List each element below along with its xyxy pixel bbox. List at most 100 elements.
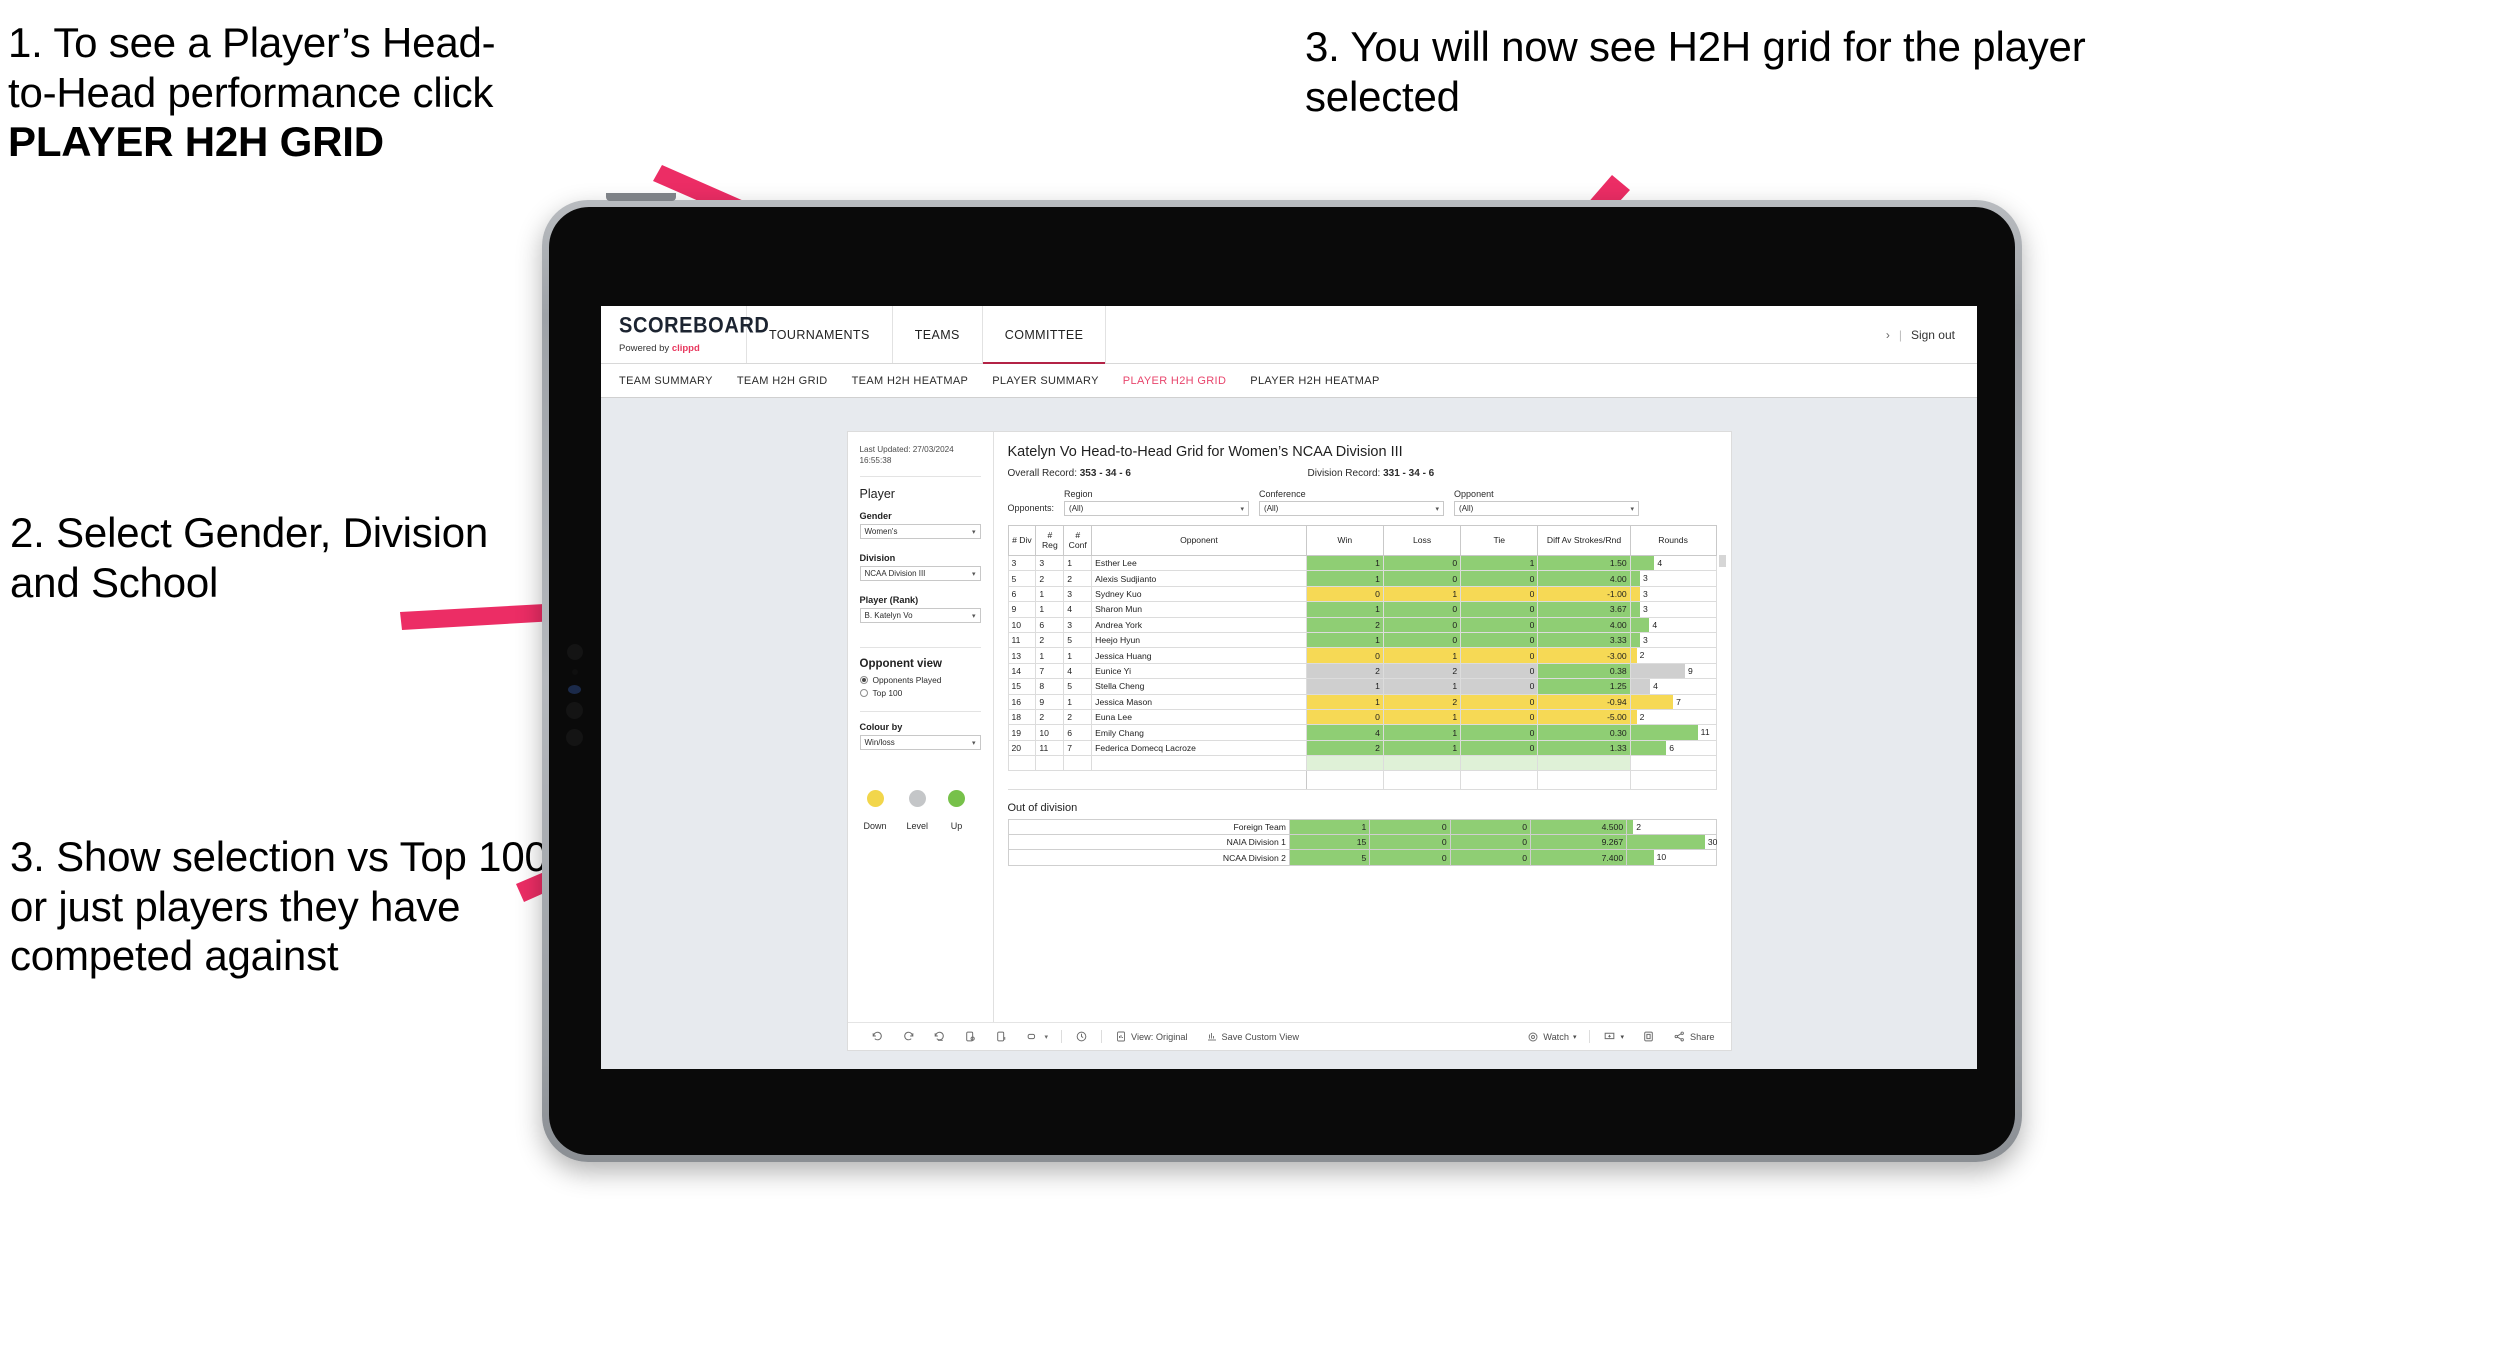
cell-div: 16 xyxy=(1007,694,1037,711)
view-original-button[interactable]: View: Original xyxy=(1106,1030,1197,1043)
radio-top-100[interactable]: Top 100 xyxy=(859,688,981,698)
cell-div: 13 xyxy=(1007,647,1037,664)
colour-by-select[interactable]: Win/loss ▾ xyxy=(859,735,981,751)
cell-opponent: Federica Domecq Lacroze xyxy=(1091,740,1307,757)
player-rank-label: Player (Rank) xyxy=(859,595,919,606)
subnav-team-h2h-grid[interactable]: TEAM H2H GRID xyxy=(737,375,844,387)
revert-button[interactable] xyxy=(924,1030,955,1043)
subnav-player-h2h-heatmap[interactable]: PLAYER H2H HEATMAP xyxy=(1250,375,1395,387)
cell-group-name: Foreign Team xyxy=(1007,818,1290,836)
topnav-committee[interactable]: COMMITTEE xyxy=(982,306,1107,364)
table-row[interactable]: 6 1 3 Sydney Kuo 0 1 0 -1.00 3 xyxy=(1007,586,1717,603)
radio-off-icon xyxy=(859,689,868,698)
header-spacer xyxy=(1106,306,1885,363)
cell-loss: 0 xyxy=(1382,570,1462,587)
table-row[interactable]: 16 9 1 Jessica Mason 1 2 0 -0.94 7 xyxy=(1007,694,1717,711)
out-of-division-row[interactable]: NCAA Division 2 5 0 0 7.400 10 xyxy=(1007,849,1717,866)
logo-wordmark: SCOREBOARD xyxy=(619,313,770,338)
toolbar-divider-2 xyxy=(1101,1030,1103,1043)
legend-dot-up-icon xyxy=(948,790,966,808)
cell-rounds: 9 xyxy=(1629,663,1717,680)
col-tie[interactable]: Tie xyxy=(1460,525,1539,556)
filter-region-label: Region xyxy=(1064,489,1093,499)
legend-label-up: Up xyxy=(950,821,963,832)
subnav-player-summary[interactable]: PLAYER SUMMARY xyxy=(992,375,1115,387)
col-conf[interactable]: # Conf xyxy=(1063,525,1093,556)
redo-button[interactable] xyxy=(893,1030,924,1043)
col-rounds[interactable]: Rounds xyxy=(1629,525,1717,556)
cell-opponent: Euna Lee xyxy=(1091,709,1307,726)
refresh-button[interactable] xyxy=(955,1030,986,1043)
h2h-table-body: 3 3 1 Esther Lee 1 0 1 1.50 4 5 2 2 Alexis Sudjianto… xyxy=(1007,555,1717,790)
cell-tie: 1 xyxy=(1460,555,1539,572)
cell-tie: 0 xyxy=(1449,849,1532,866)
table-row[interactable]: 18 2 2 Euna Lee 0 1 0 -5.00 2 xyxy=(1007,709,1717,726)
download-button[interactable]: ▾ xyxy=(1594,1030,1633,1043)
watch-label: Watch xyxy=(1543,1031,1569,1042)
share-button[interactable]: Share xyxy=(1664,1030,1731,1043)
app-logo[interactable]: SCOREBOARD Powered by clippd xyxy=(601,306,770,363)
cell-win: 1 xyxy=(1305,694,1384,711)
table-row[interactable]: 20 11 7 Federica Domecq Lacroze 2 1 0 1.33 6 xyxy=(1007,740,1717,757)
table-row[interactable]: 9 1 4 Sharon Mun 1 0 0 3.67 3 xyxy=(1007,601,1717,618)
col-div[interactable]: # Div xyxy=(1007,525,1037,556)
subnav-team-summary[interactable]: TEAM SUMMARY xyxy=(619,375,729,387)
subnav-player-h2h-grid[interactable]: PLAYER H2H GRID xyxy=(1123,375,1242,387)
col-reg[interactable]: # Reg xyxy=(1035,525,1065,556)
cell-loss: 1 xyxy=(1382,709,1462,726)
table-row[interactable]: 10 6 3 Andrea York 2 0 0 4.00 4 xyxy=(1007,617,1717,634)
table-row[interactable]: 3 3 1 Esther Lee 1 0 1 1.50 4 xyxy=(1007,555,1717,572)
undo-button[interactable] xyxy=(862,1030,893,1043)
col-loss[interactable]: Loss xyxy=(1382,525,1462,556)
cell-conf: 1 xyxy=(1063,555,1093,572)
cell-reg: 1 xyxy=(1035,586,1065,603)
pause-refresh-button[interactable] xyxy=(1066,1030,1097,1043)
table-row[interactable]: 11 2 5 Heejo Hyun 1 0 0 3.33 3 xyxy=(1007,632,1717,649)
table-row[interactable]: 13 1 1 Jessica Huang 0 1 0 -3.00 2 xyxy=(1007,647,1717,664)
chevron-right-icon[interactable]: › xyxy=(1886,328,1890,342)
save-custom-view-button[interactable]: Save Custom View xyxy=(1197,1030,1308,1043)
division-record-value: 331 - 34 - 6 xyxy=(1383,468,1435,479)
gender-select[interactable]: Women's ▾ xyxy=(859,524,981,540)
table-row-partial xyxy=(1007,755,1717,771)
division-select[interactable]: NCAA Division III ▾ xyxy=(859,566,981,582)
cell-div: 19 xyxy=(1007,724,1037,741)
table-row[interactable]: 19 10 6 Emily Chang 4 1 0 0.30 11 xyxy=(1007,724,1717,741)
topnav-tournaments[interactable]: TOURNAMENTS xyxy=(747,306,893,363)
table-row[interactable]: 5 2 2 Alexis Sudjianto 1 0 0 4.00 3 xyxy=(1007,570,1717,587)
cell-rounds: 10 xyxy=(1626,849,1717,866)
cell-tie: 0 xyxy=(1460,663,1539,680)
filter-conference-select[interactable]: (All) ▾ xyxy=(1259,501,1445,516)
col-opponent[interactable]: Opponent xyxy=(1091,525,1307,556)
annotation-4: 3. You will now see H2H grid for the pla… xyxy=(1305,23,2086,120)
fullscreen-button[interactable] xyxy=(1633,1030,1664,1043)
table-scrollbar[interactable] xyxy=(1718,555,1726,567)
filter-region-select[interactable]: (All) ▾ xyxy=(1064,501,1250,516)
subnav-team-h2h-heatmap[interactable]: TEAM H2H HEATMAP xyxy=(852,375,985,387)
device-preview-button[interactable]: ▾ xyxy=(1017,1030,1058,1043)
out-of-division-row[interactable]: Foreign Team 1 0 0 4.500 2 xyxy=(1007,818,1717,836)
legend-item-up: Up xyxy=(948,790,966,832)
cell-tie: 0 xyxy=(1460,678,1539,695)
topnav-teams[interactable]: TEAMS xyxy=(893,306,983,363)
dashboard-canvas: Last Updated: 27/03/2024 16:55:38 Player… xyxy=(601,398,1977,1069)
col-diff[interactable]: Diff Av Strokes/Rnd xyxy=(1537,525,1631,556)
header-account-area: › | Sign out xyxy=(1886,306,1977,363)
table-row[interactable]: 15 8 5 Stella Cheng 1 1 0 1.25 4 xyxy=(1007,678,1717,695)
cell-div: 15 xyxy=(1007,678,1037,695)
table-row[interactable]: 14 7 4 Eunice Yi 2 2 0 0.38 9 xyxy=(1007,663,1717,680)
cell-win: 1 xyxy=(1305,632,1384,649)
player-rank-select[interactable]: B. Katelyn Vo ▾ xyxy=(859,608,981,624)
annotation-1-bold: PLAYER H2H GRID xyxy=(8,118,384,166)
cell-diff: 4.500 xyxy=(1530,818,1628,836)
cell-loss: 1 xyxy=(1382,586,1462,603)
opponent-filters: Opponents: Region (All) ▾ Conference (Al… xyxy=(1008,489,1717,516)
filter-opponent-select[interactable]: (All) ▾ xyxy=(1454,501,1640,516)
watch-button[interactable]: Watch ▾ xyxy=(1518,1031,1585,1043)
sign-out-link[interactable]: Sign out xyxy=(1911,328,1955,342)
cell-reg: 11 xyxy=(1035,740,1065,757)
out-of-division-row[interactable]: NAIA Division 1 15 0 0 9.267 30 xyxy=(1007,834,1717,851)
col-win[interactable]: Win xyxy=(1305,525,1384,556)
pause-auto-update-button[interactable] xyxy=(986,1030,1017,1043)
radio-opponents-played[interactable]: Opponents Played xyxy=(859,675,981,685)
